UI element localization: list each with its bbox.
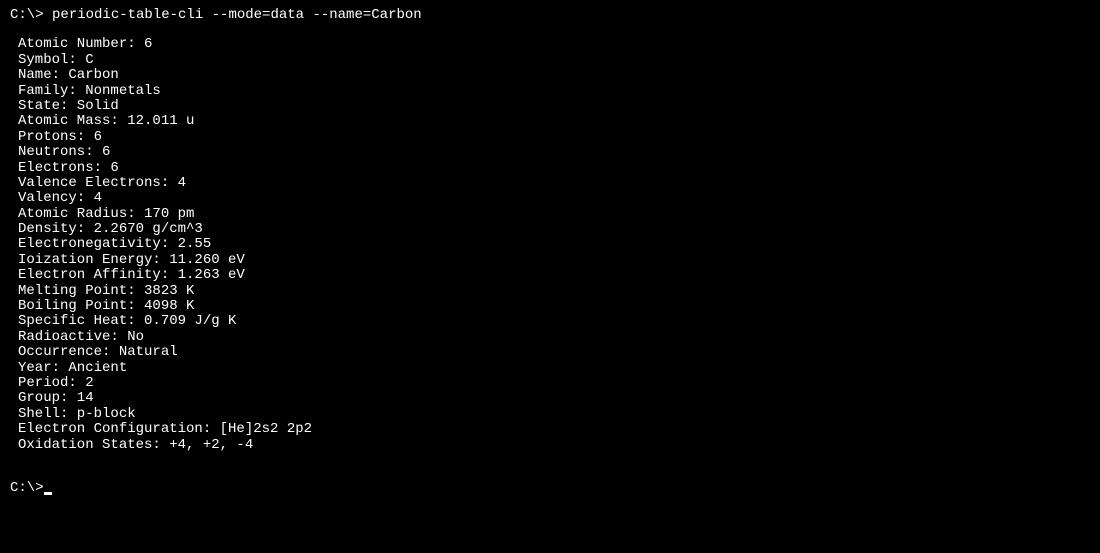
output-line: Electron Affinity: 1.263 eV xyxy=(18,268,1090,283)
output-line: Family: Nonmetals xyxy=(18,84,1090,99)
output-line: Density: 2.2670 g/cm^3 xyxy=(18,222,1090,237)
output-line: Period: 2 xyxy=(18,376,1090,391)
output-line: Electrons: 6 xyxy=(18,161,1090,176)
output-line: Atomic Radius: 170 pm xyxy=(18,207,1090,222)
command-text: periodic-table-cli --mode=data --name=Ca… xyxy=(44,7,422,23)
output-line: Electronegativity: 2.55 xyxy=(18,237,1090,252)
output-line: Valency: 4 xyxy=(18,191,1090,206)
output-line: Valence Electrons: 4 xyxy=(18,176,1090,191)
prompt-prefix: C:\> xyxy=(10,7,44,23)
command-prompt-line-1: C:\> periodic-table-cli --mode=data --na… xyxy=(10,8,1090,23)
output-line: Boiling Point: 4098 K xyxy=(18,299,1090,314)
output-line: Atomic Number: 6 xyxy=(18,37,1090,52)
output-line: Symbol: C xyxy=(18,53,1090,68)
output-line: State: Solid xyxy=(18,99,1090,114)
cursor-icon xyxy=(44,492,52,495)
output-line: Shell: p-block xyxy=(18,407,1090,422)
output-line: Radioactive: No xyxy=(18,330,1090,345)
output-line: Group: 14 xyxy=(18,391,1090,406)
output-line: Atomic Mass: 12.011 u xyxy=(18,114,1090,129)
command-prompt-line-2[interactable]: C:\> xyxy=(10,481,1090,496)
command-output-block: Atomic Number: 6 Symbol: C Name: Carbon … xyxy=(10,37,1090,453)
output-line: Name: Carbon xyxy=(18,68,1090,83)
output-line: Year: Ancient xyxy=(18,361,1090,376)
prompt-prefix: C:\> xyxy=(10,480,44,496)
output-line: Ioization Energy: 11.260 eV xyxy=(18,253,1090,268)
output-line: Protons: 6 xyxy=(18,130,1090,145)
output-line: Oxidation States: +4, +2, -4 xyxy=(18,438,1090,453)
output-line: Occurrence: Natural xyxy=(18,345,1090,360)
output-line: Melting Point: 3823 K xyxy=(18,284,1090,299)
output-line: Specific Heat: 0.709 J/g K xyxy=(18,314,1090,329)
output-line: Electron Configuration: [He]2s2 2p2 xyxy=(18,422,1090,437)
output-line: Neutrons: 6 xyxy=(18,145,1090,160)
